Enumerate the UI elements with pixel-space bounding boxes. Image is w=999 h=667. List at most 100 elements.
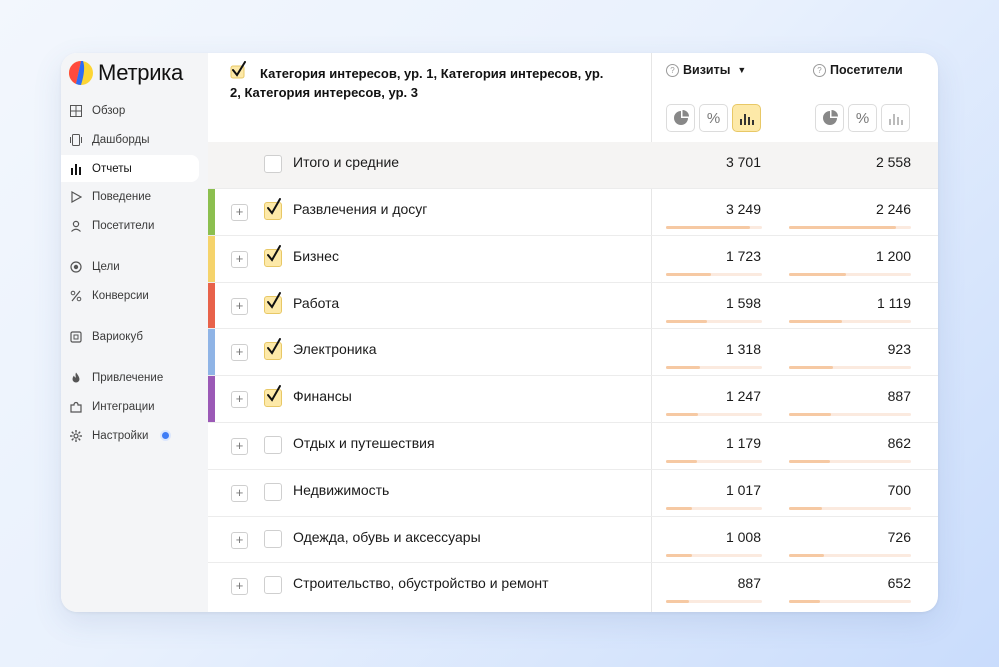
visitors-bar-fill xyxy=(789,272,846,276)
app-window: Метрика Обзор Дашборды Отчеты Поведение Посе… xyxy=(61,53,938,612)
visits-bar-fill xyxy=(666,272,711,276)
row-visits: 1 598 xyxy=(725,294,761,311)
row-checkbox[interactable] xyxy=(264,338,282,361)
table-row[interactable]: + Работа 1 598 1 119 xyxy=(208,281,938,330)
sidebar-item-label: Настройки xyxy=(92,429,149,442)
row-visitors: 726 xyxy=(887,528,911,545)
table-row[interactable]: + Бизнес 1 723 1 200 xyxy=(208,234,938,283)
visitors-bar-fill xyxy=(789,553,824,557)
sidebar-item-label: Цели xyxy=(92,260,120,273)
row-checkbox[interactable] xyxy=(264,291,282,314)
visits-bar-track xyxy=(666,413,762,417)
expand-button[interactable]: + xyxy=(231,578,248,596)
expand-button[interactable]: + xyxy=(231,344,248,362)
visitors-bar-track xyxy=(789,506,911,510)
bar-chart-icon xyxy=(888,114,903,125)
sidebar-item-5[interactable]: Цели xyxy=(61,253,199,280)
expand-button[interactable]: + xyxy=(231,204,248,221)
sidebar-item-2[interactable]: Отчеты xyxy=(61,155,199,182)
sidebar-item-10[interactable]: Настройки xyxy=(61,422,199,449)
visits-bar-track xyxy=(666,366,762,370)
sidebar-item-label: Вариокуб xyxy=(92,330,143,343)
visits-bar-track xyxy=(666,460,762,463)
row-checkbox[interactable] xyxy=(264,385,282,408)
sidebar-item-0[interactable]: Обзор xyxy=(61,97,199,124)
bars-view-button[interactable] xyxy=(881,104,910,132)
help-icon[interactable]: ? xyxy=(666,63,679,77)
row-visits: 1 247 xyxy=(725,388,761,405)
bars-view-button[interactable] xyxy=(732,104,761,132)
flame-icon xyxy=(69,371,83,385)
visitors-bar-track xyxy=(789,366,911,370)
row-label: Отдых и путешествия xyxy=(293,435,435,451)
table-row[interactable]: + Электроника 1 318 923 xyxy=(208,328,938,377)
row-checkbox[interactable] xyxy=(264,529,282,548)
visits-bar-fill xyxy=(666,600,689,604)
sidebar-item-1[interactable]: Дашборды xyxy=(61,126,199,153)
total-visitors: 2 558 xyxy=(875,154,911,170)
series-color-strip xyxy=(208,189,215,236)
report-table: Категория интересов, ур. 1, Категория ин… xyxy=(208,53,938,612)
row-visitors: 700 xyxy=(887,481,911,498)
visits-bar-fill xyxy=(666,506,692,510)
sidebar-item-3[interactable]: Поведение xyxy=(61,183,199,210)
visitors-bar-fill xyxy=(789,319,842,323)
expand-button[interactable]: + xyxy=(231,531,248,549)
expand-button[interactable]: + xyxy=(231,391,248,409)
grouping-title[interactable]: Категория интересов, ур. 1, Категория ин… xyxy=(230,64,615,102)
table-row[interactable]: + Отдых и путешествия 1 179 862 xyxy=(208,422,938,469)
sidebar-item-9[interactable]: Интеграции xyxy=(61,393,199,420)
checkmark-icon xyxy=(267,244,281,262)
table-row[interactable]: + Финансы 1 247 887 xyxy=(208,375,938,424)
table-row[interactable]: + Одежда, обувь и аксессуары 1 008 726 xyxy=(208,515,938,563)
row-checkbox[interactable] xyxy=(264,436,282,454)
sidebar-item-label: Дашборды xyxy=(92,133,150,146)
column-label: Посетители xyxy=(830,63,903,77)
help-icon[interactable]: ? xyxy=(813,63,826,77)
total-visits: 3 701 xyxy=(725,154,761,170)
visitors-bar-fill xyxy=(789,413,831,417)
bar-chart-icon xyxy=(69,162,83,176)
sidebar-item-6[interactable]: Конверсии xyxy=(61,282,199,309)
logo[interactable]: Метрика xyxy=(69,60,183,86)
expand-button[interactable]: + xyxy=(231,438,248,455)
pie-view-button[interactable] xyxy=(666,104,695,132)
percent-view-button[interactable]: % xyxy=(699,104,728,132)
row-checkbox[interactable] xyxy=(264,244,282,267)
visits-bar-fill xyxy=(666,366,700,370)
sidebar-item-label: Конверсии xyxy=(92,289,149,302)
sidebar-item-label: Привлечение xyxy=(92,371,164,384)
percent-view-button[interactable]: % xyxy=(848,104,877,132)
gear-icon xyxy=(69,429,83,443)
row-visits: 1 017 xyxy=(725,481,761,498)
column-header-visitors[interactable]: ? Посетители xyxy=(813,63,903,77)
total-checkbox[interactable] xyxy=(264,155,282,173)
checkmark-icon xyxy=(267,198,281,215)
row-checkbox[interactable] xyxy=(264,482,282,501)
visitors-bar-track xyxy=(789,319,911,323)
dashboards-icon xyxy=(69,133,83,147)
column-header-visits[interactable]: ? Визиты ▼ xyxy=(666,63,746,77)
table-row[interactable]: + Недвижимость 1 017 700 xyxy=(208,468,938,516)
sidebar: Метрика Обзор Дашборды Отчеты Поведение Посе… xyxy=(61,53,208,612)
sidebar-item-label: Поведение xyxy=(92,190,152,203)
sidebar-item-4[interactable]: Посетители xyxy=(61,212,199,239)
expand-button[interactable]: + xyxy=(231,297,248,315)
cube-icon xyxy=(69,330,83,344)
row-visits: 1 723 xyxy=(725,247,761,264)
sidebar-item-8[interactable]: Привлечение xyxy=(61,364,199,391)
row-checkbox[interactable] xyxy=(264,576,282,595)
row-visitors: 862 xyxy=(887,435,911,451)
expand-button[interactable]: + xyxy=(231,484,248,502)
sidebar-item-7[interactable]: Вариокуб xyxy=(61,323,199,350)
row-label: Недвижимость xyxy=(293,481,390,498)
pie-view-button[interactable] xyxy=(815,104,844,132)
expand-button[interactable]: + xyxy=(231,250,248,268)
row-checkbox[interactable] xyxy=(264,198,282,220)
table-row[interactable]: + Развлечения и досуг 3 249 2 246 xyxy=(208,188,938,236)
row-visits: 1 179 xyxy=(725,435,761,451)
visits-bar-track xyxy=(666,272,762,276)
table-row[interactable]: + Строительство, обустройство и ремонт 887… xyxy=(208,562,938,609)
sidebar-item-label: Посетители xyxy=(92,219,155,232)
visitors-bar-fill xyxy=(789,600,820,604)
